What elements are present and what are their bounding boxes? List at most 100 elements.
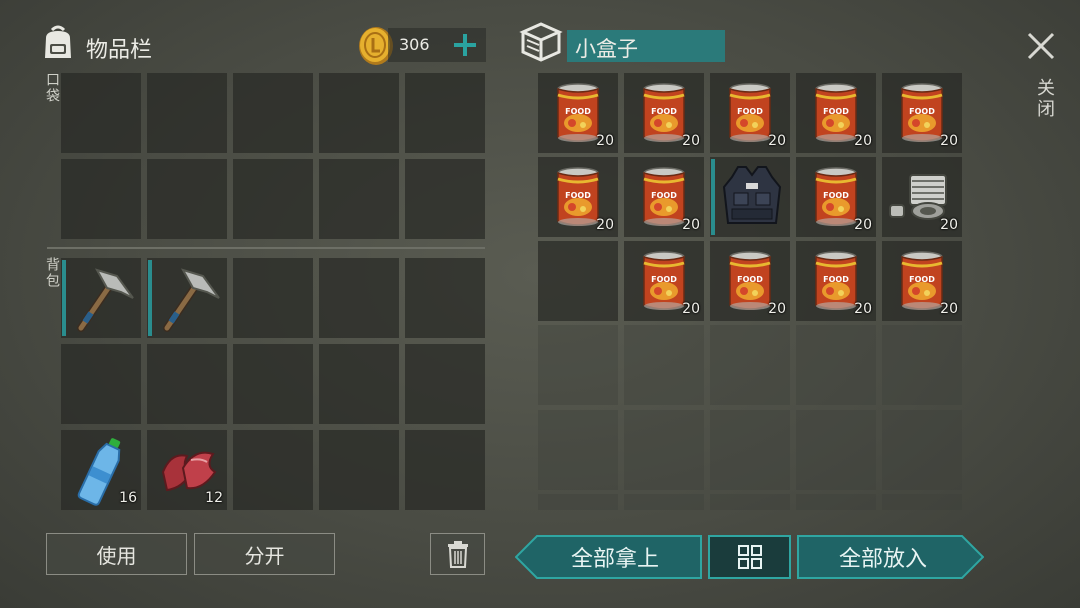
backpack-icon [38, 22, 78, 62]
container-slot-empty[interactable] [796, 410, 876, 490]
container-slot-food-can[interactable]: FOOD 20 [710, 241, 790, 321]
split-button[interactable]: 分开 [194, 533, 335, 575]
backpack-slot[interactable] [147, 344, 227, 424]
container-slot-food-can[interactable]: FOOD 20 [796, 157, 876, 237]
container-slot-food-can[interactable]: FOOD 20 [538, 157, 618, 237]
container-slot-police-vest[interactable] [710, 157, 790, 237]
section-divider [47, 247, 485, 249]
backpack-slot[interactable] [233, 258, 313, 338]
pocket-label: 口袋 [44, 72, 60, 104]
item-count: 20 [682, 301, 700, 317]
pocket-slot[interactable] [233, 159, 313, 239]
pocket-slot[interactable] [147, 73, 227, 153]
coin-count: 306 [399, 35, 430, 54]
item-count: 20 [940, 217, 958, 233]
container-name: 小盒子 [575, 37, 638, 61]
backpack-slot[interactable] [405, 430, 485, 510]
backpack-slot[interactable] [61, 344, 141, 424]
container-slot-empty[interactable] [882, 325, 962, 405]
backpack-slot-meat[interactable]: 12 [147, 430, 227, 510]
backpack-slot[interactable] [405, 344, 485, 424]
pocket-slot[interactable] [61, 73, 141, 153]
svg-text:FOOD: FOOD [651, 275, 677, 284]
pocket-slot[interactable] [147, 159, 227, 239]
container-slot-food-can[interactable]: FOOD 20 [796, 241, 876, 321]
svg-text:FOOD: FOOD [823, 107, 849, 116]
put-all-label: 全部放入 [838, 547, 927, 572]
container-slot-empty[interactable] [882, 494, 962, 510]
item-count: 20 [596, 133, 614, 149]
trash-button[interactable] [430, 533, 485, 575]
sort-button[interactable] [708, 535, 791, 579]
backpack-slot[interactable] [319, 344, 399, 424]
plus-icon[interactable] [452, 32, 478, 58]
pocket-slot[interactable] [319, 159, 399, 239]
svg-text:FOOD: FOOD [823, 275, 849, 284]
item-count: 16 [119, 490, 137, 506]
put-all-button[interactable]: 全部放入 [797, 535, 984, 579]
container-slot-empty[interactable] [624, 325, 704, 405]
container-slot-empty[interactable] [538, 410, 618, 490]
svg-text:FOOD: FOOD [823, 191, 849, 200]
backpack-slot[interactable] [233, 430, 313, 510]
container-slot-empty[interactable] [796, 325, 876, 405]
svg-text:FOOD: FOOD [565, 107, 591, 116]
svg-text:FOOD: FOOD [651, 107, 677, 116]
backpack-slot-pickaxe[interactable] [61, 258, 141, 338]
pocket-slot[interactable] [233, 73, 313, 153]
pocket-slot[interactable] [405, 73, 485, 153]
container-slot-food-can[interactable]: FOOD 20 [624, 241, 704, 321]
container-slot-empty[interactable] [710, 325, 790, 405]
svg-text:FOOD: FOOD [909, 107, 935, 116]
inventory-title: 物品栏 [86, 38, 153, 63]
pickaxe-icon [153, 262, 223, 334]
container-slot-food-can[interactable]: FOOD 20 [882, 241, 962, 321]
svg-text:FOOD: FOOD [909, 275, 935, 284]
container-slot-empty[interactable] [624, 494, 704, 510]
svg-text:FOOD: FOOD [565, 191, 591, 200]
take-all-button[interactable]: 全部拿上 [515, 535, 702, 579]
grid-sort-icon [737, 544, 763, 570]
container-slot-empty[interactable] [538, 325, 618, 405]
backpack-slot-pickaxe[interactable] [147, 258, 227, 338]
backpack-slot-water[interactable]: 16 [61, 430, 141, 510]
container-slot-food-can[interactable]: FOOD 20 [796, 73, 876, 153]
pocket-slot[interactable] [319, 73, 399, 153]
item-count: 20 [682, 133, 700, 149]
container-slot-empty[interactable] [538, 494, 618, 510]
svg-text:FOOD: FOOD [737, 275, 763, 284]
close-icon[interactable] [1026, 31, 1056, 61]
backpack-label: 背包 [44, 257, 60, 289]
trash-icon [446, 540, 470, 568]
container-slot-empty[interactable] [624, 410, 704, 490]
backpack-slot[interactable] [233, 344, 313, 424]
container-slot-food-can[interactable]: FOOD 20 [624, 157, 704, 237]
backpack-slot[interactable] [319, 258, 399, 338]
container-slot-empty[interactable] [882, 410, 962, 490]
container-slot-empty[interactable] [538, 241, 618, 321]
svg-text:FOOD: FOOD [651, 191, 677, 200]
item-count: 20 [768, 301, 786, 317]
svg-text:FOOD: FOOD [737, 107, 763, 116]
container-slot-food-can[interactable]: FOOD 20 [624, 73, 704, 153]
container-slot-food-can[interactable]: FOOD 20 [538, 73, 618, 153]
pocket-slot[interactable] [405, 159, 485, 239]
backpack-slot[interactable] [319, 430, 399, 510]
container-slot-empty[interactable] [710, 494, 790, 510]
item-count: 20 [682, 217, 700, 233]
item-count: 20 [854, 133, 872, 149]
container-slot-empty[interactable] [710, 410, 790, 490]
container-slot-food-can[interactable]: FOOD 20 [882, 73, 962, 153]
item-count: 20 [940, 133, 958, 149]
item-count: 20 [940, 301, 958, 317]
container-slot-engine-cylinder[interactable]: 20 [882, 157, 962, 237]
use-button[interactable]: 使用 [46, 533, 187, 575]
container-slot-food-can[interactable]: FOOD 20 [710, 73, 790, 153]
container-slot-empty[interactable] [796, 494, 876, 510]
close-label[interactable]: 关闭 [1031, 78, 1057, 120]
item-count: 20 [854, 217, 872, 233]
item-count: 20 [854, 301, 872, 317]
pocket-slot[interactable] [61, 159, 141, 239]
backpack-slot[interactable] [405, 258, 485, 338]
box-icon [519, 22, 563, 64]
